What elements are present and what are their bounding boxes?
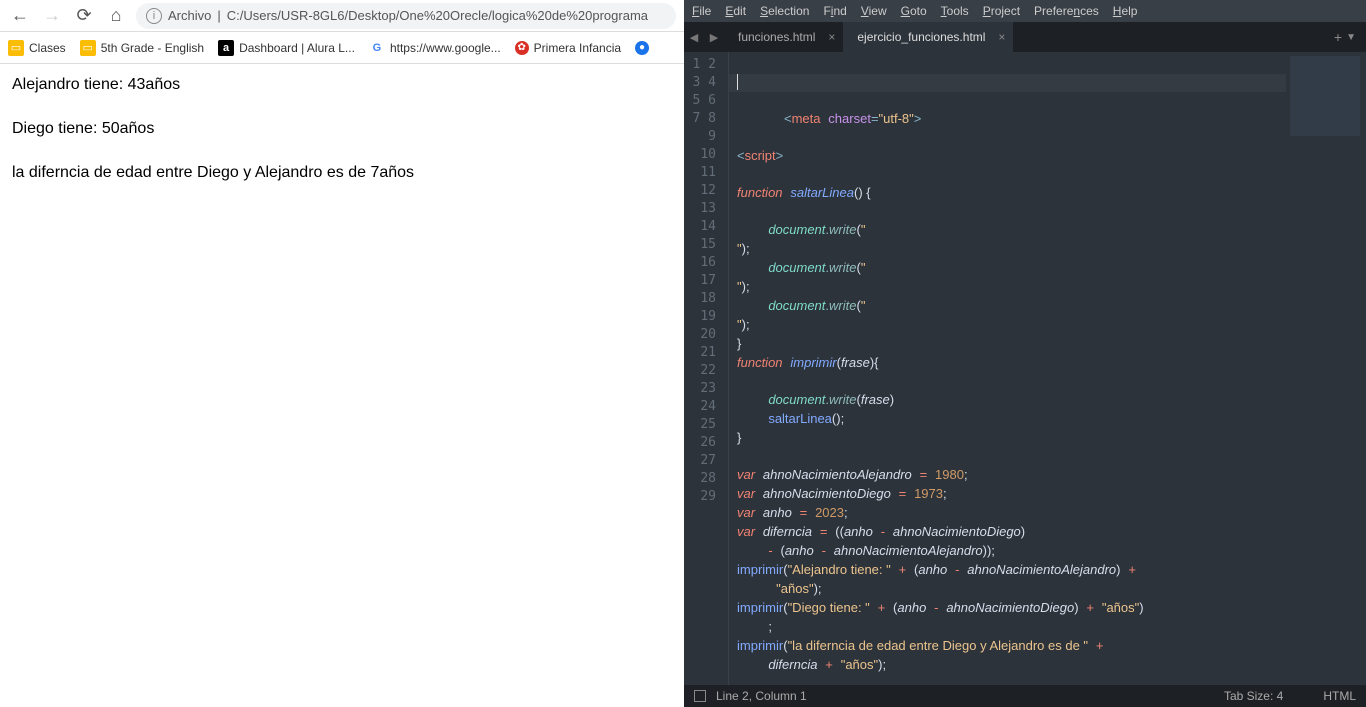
alura-icon: a — [218, 40, 234, 56]
menu-help[interactable]: Help — [1113, 4, 1138, 18]
tab-ejercicio-funciones[interactable]: ejercicio_funciones.html × — [843, 22, 1013, 52]
address-bar[interactable]: i Archivo | C:/Users/USR-8GL6/Desktop/On… — [136, 3, 676, 29]
menu-file[interactable]: File — [692, 4, 711, 18]
menu-project[interactable]: Project — [983, 4, 1020, 18]
menu-view[interactable]: View — [861, 4, 887, 18]
output-line: Diego tiene: 50años — [12, 120, 672, 138]
tab-add[interactable]: + ▼ — [1324, 29, 1366, 45]
editor-body[interactable]: 1 2 3 4 5 6 7 8 9 10 11 12 13 14 15 16 1… — [684, 52, 1366, 685]
status-position: Line 2, Column 1 — [716, 689, 807, 703]
classroom-icon: ▭ — [8, 40, 24, 56]
info-icon: i — [146, 8, 162, 24]
google-icon: G — [369, 40, 385, 56]
status-tab-size[interactable]: Tab Size: 4 — [1224, 689, 1283, 703]
menu-bar: File Edit Selection Find View Goto Tools… — [684, 0, 1366, 22]
bookmark-icon: ✿ — [515, 41, 529, 55]
bookmark-clases[interactable]: ▭ Clases — [8, 40, 66, 56]
page-content: Alejandro tiene: 43años Diego tiene: 50a… — [0, 64, 684, 707]
forward-button[interactable]: → — [40, 4, 64, 28]
code-area[interactable]: <meta charset="utf-8"> <script> function… — [729, 52, 1286, 685]
menu-edit[interactable]: Edit — [725, 4, 746, 18]
menu-selection[interactable]: Selection — [760, 4, 809, 18]
address-path: C:/Users/USR-8GL6/Desktop/One%20Orecle/l… — [227, 8, 648, 23]
home-button[interactable]: ⌂ — [104, 4, 128, 28]
minimap-viewport — [1290, 56, 1360, 136]
panel-toggle-icon[interactable] — [694, 690, 706, 702]
bookmark-5th-grade[interactable]: ▭ 5th Grade - English — [80, 40, 204, 56]
tab-funciones[interactable]: funciones.html × — [724, 22, 843, 52]
tab-bar: ◀ ▶ funciones.html × ejercicio_funciones… — [684, 22, 1366, 52]
bookmark-google[interactable]: G https://www.google... — [369, 40, 501, 56]
output-line: Alejandro tiene: 43años — [12, 76, 672, 94]
tab-prev-icon[interactable]: ◀ — [684, 22, 704, 52]
output-line: la diferncia de edad entre Diego y Aleja… — [12, 164, 672, 182]
menu-find[interactable]: Find — [823, 4, 846, 18]
menu-tools[interactable]: Tools — [941, 4, 969, 18]
tab-next-icon[interactable]: ▶ — [704, 22, 724, 52]
browser-window: ← → ⟳ ⌂ i Archivo | C:/Users/USR-8GL6/De… — [0, 0, 684, 707]
back-button[interactable]: ← — [8, 4, 32, 28]
browser-nav-toolbar: ← → ⟳ ⌂ i Archivo | C:/Users/USR-8GL6/De… — [0, 0, 684, 32]
menu-goto[interactable]: Goto — [901, 4, 927, 18]
address-prefix: Archivo — [168, 8, 211, 23]
bookmark-primera-infancia[interactable]: ✿ Primera Infancia — [515, 41, 621, 55]
line-gutter: 1 2 3 4 5 6 7 8 9 10 11 12 13 14 15 16 1… — [684, 52, 729, 685]
active-line-highlight — [729, 74, 1286, 92]
minimap[interactable] — [1286, 52, 1366, 685]
bookmark-icon: ● — [635, 41, 649, 55]
close-icon[interactable]: × — [828, 30, 835, 44]
address-sep: | — [217, 8, 220, 23]
sublime-editor: File Edit Selection Find View Goto Tools… — [684, 0, 1366, 707]
bookmark-more[interactable]: ● — [635, 41, 649, 55]
text-cursor — [737, 74, 738, 90]
status-bar: Line 2, Column 1 Tab Size: 4 HTML — [684, 685, 1366, 707]
classroom-icon: ▭ — [80, 40, 96, 56]
close-icon[interactable]: × — [998, 30, 1005, 44]
menu-preferences[interactable]: Preferences — [1034, 4, 1099, 18]
reload-button[interactable]: ⟳ — [72, 4, 96, 28]
bookmarks-bar: ▭ Clases ▭ 5th Grade - English a Dashboa… — [0, 32, 684, 64]
status-language[interactable]: HTML — [1323, 689, 1356, 703]
bookmark-alura[interactable]: a Dashboard | Alura L... — [218, 40, 355, 56]
